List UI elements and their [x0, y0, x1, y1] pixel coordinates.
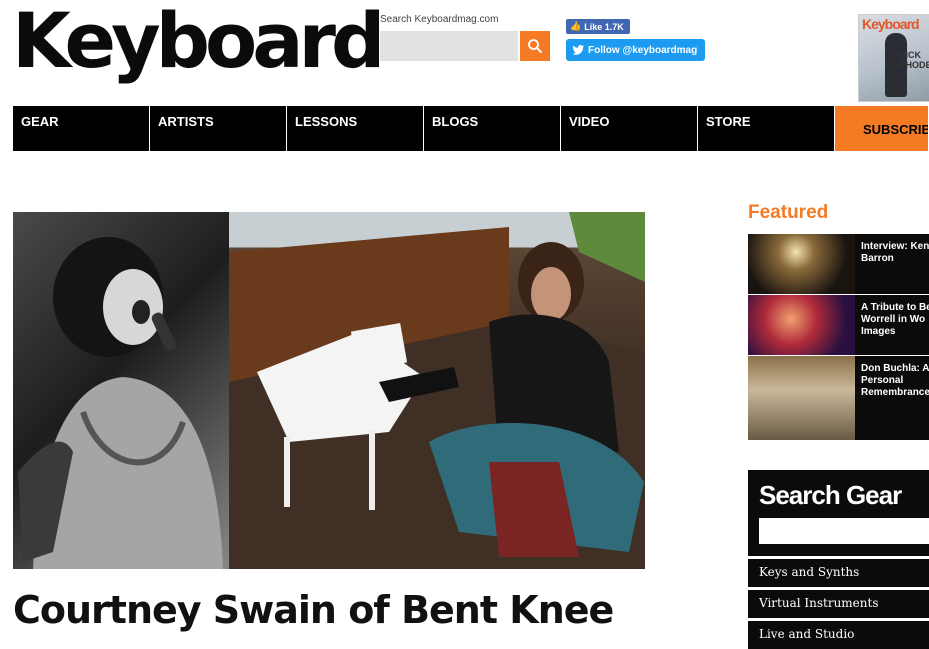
featured-thumbnail	[748, 356, 855, 440]
nav-store[interactable]: STORE	[698, 106, 835, 151]
search-label: Search Keyboardmag.com	[380, 14, 499, 25]
featured-heading: Featured	[748, 202, 829, 223]
twitter-follow-label: Follow @keyboardmag	[588, 44, 698, 56]
hero-photo-singing	[13, 212, 229, 569]
search-gear-link-keys-synths[interactable]: Keys and Synths	[748, 559, 929, 587]
search-gear-link-virtual-instruments[interactable]: Virtual Instruments	[748, 590, 929, 618]
featured-item-title: Interview: Ken Barron	[861, 241, 929, 264]
search-gear-link-live-studio[interactable]: Live and Studio	[748, 621, 929, 649]
nav-subscribe[interactable]: SUBSCRIBE	[835, 106, 928, 151]
facebook-like-button[interactable]: 👍 Like 1.7K	[566, 19, 630, 34]
site-logo[interactable]: Keyboard	[12, 2, 385, 80]
featured-item-title: Don Buchla: A Personal Remembrance	[861, 363, 929, 398]
search-gear-title: Search Gear	[759, 480, 902, 510]
twitter-bird-icon	[572, 45, 584, 55]
magazine-masthead: Keyboard	[862, 16, 920, 32]
magazine-cover-text: NICK RHODES	[899, 50, 929, 70]
nav-blogs[interactable]: BLOGS	[424, 106, 561, 151]
main-nav: GEAR ARTISTS LESSONS BLOGS VIDEO STORE S…	[13, 106, 929, 151]
thumbs-up-icon: 👍	[570, 21, 582, 31]
singer-illustration	[18, 237, 223, 569]
featured-item[interactable]: Interview: Ken Barron	[748, 234, 929, 294]
article-title: Courtney Swain of Bent Knee	[13, 588, 614, 632]
search-icon	[528, 39, 543, 54]
search-button[interactable]	[520, 31, 550, 61]
featured-thumbnail	[748, 234, 855, 294]
search-gear-panel: Search Gear	[748, 470, 929, 556]
featured-thumbnail	[748, 295, 855, 355]
piano-illustration	[229, 212, 645, 569]
featured-item[interactable]: A Tribute to Be Worrell in Wo Images	[748, 295, 929, 355]
nav-gear[interactable]: GEAR	[13, 106, 150, 151]
hero-photo-piano	[229, 212, 645, 569]
facebook-like-label: Like 1.7K	[584, 21, 624, 32]
twitter-follow-button[interactable]: Follow @keyboardmag	[566, 39, 706, 61]
search-input[interactable]	[380, 31, 518, 61]
featured-item-title: A Tribute to Be Worrell in Wo Images	[861, 302, 929, 337]
nav-video[interactable]: VIDEO	[561, 106, 698, 151]
nav-artists[interactable]: ARTISTS	[150, 106, 287, 151]
nav-lessons[interactable]: LESSONS	[287, 106, 424, 151]
featured-item[interactable]: Don Buchla: A Personal Remembrance	[748, 356, 929, 440]
magazine-cover[interactable]: Keyboard NICK RHODES	[858, 14, 929, 102]
search-gear-input[interactable]	[759, 518, 929, 544]
